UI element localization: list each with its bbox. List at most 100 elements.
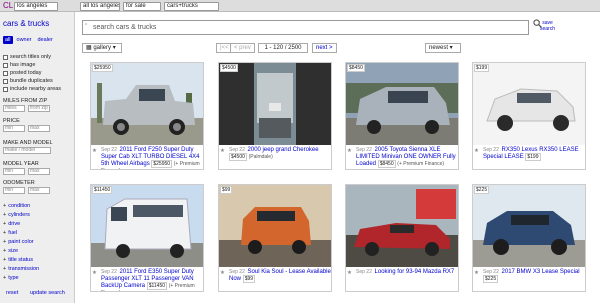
- check-titles-only[interactable]: search titles only: [3, 54, 51, 60]
- year-max-input[interactable]: max: [28, 168, 50, 175]
- price-min-input[interactable]: min: [3, 125, 25, 132]
- prev-page-button[interactable]: < prev: [230, 43, 255, 53]
- search-placeholder: search cars & trucks: [93, 24, 157, 31]
- miles-label: MILES FROM ZIP: [3, 98, 48, 104]
- listing-card[interactable]: $225 ★ Sep 22 2017 BMW X3 Lease Special …: [472, 184, 586, 292]
- filter-transmission[interactable]: + transmission: [3, 266, 39, 272]
- favorite-star-icon[interactable]: ★: [474, 148, 479, 154]
- favorite-star-icon[interactable]: ★: [347, 148, 352, 154]
- view-label: gallery: [93, 45, 112, 51]
- check-nearby-areas[interactable]: include nearby areas: [3, 86, 61, 92]
- listing-card[interactable]: $4500 ★ Sep 22 2000 jeep grand Cherokee …: [218, 62, 332, 170]
- expand-icon: +: [3, 239, 7, 245]
- listing-card[interactable]: ★ Sep 22 Looking for 93-94 Mazda RX7: [345, 184, 459, 292]
- listing-image[interactable]: [91, 185, 203, 267]
- checkbox[interactable]: [3, 54, 8, 60]
- miles-input[interactable]: miles: [3, 105, 25, 112]
- listing-image[interactable]: [346, 63, 458, 145]
- filter-label: condition: [8, 203, 31, 209]
- checkbox[interactable]: [3, 62, 8, 68]
- listing-image[interactable]: [219, 185, 331, 267]
- year-min-input[interactable]: min: [3, 168, 25, 175]
- listing-title[interactable]: Sep 22 Soul Kia Soul - Lease Available N…: [229, 269, 331, 283]
- save-search-button[interactable]: save search: [540, 20, 555, 32]
- area-select[interactable]: all los angeles: [80, 1, 120, 11]
- listing-card[interactable]: $199 ★ Sep 22 RX350 Lexus RX350 LEASE Sp…: [472, 62, 586, 170]
- favorite-star-icon[interactable]: ★: [220, 270, 225, 276]
- title-text[interactable]: 2000 jeep grand Cherokee: [248, 147, 319, 153]
- filter-label: drive: [8, 221, 21, 227]
- checkbox-label: search titles only: [10, 54, 51, 60]
- next-page-button[interactable]: next >: [312, 43, 337, 53]
- chevron-down-icon: ▾: [448, 45, 453, 51]
- listing-title[interactable]: Sep 22 2000 jeep grand Cherokee $4500 (P…: [229, 147, 331, 161]
- listing-title[interactable]: Sep 22 2017 BMW X3 Lease Special $225: [483, 269, 585, 283]
- filter-drive[interactable]: + drive: [3, 221, 20, 227]
- listing-card[interactable]: $99 ★ Sep 22 Soul Kia Soul - Lease Avail…: [218, 184, 332, 292]
- section-select[interactable]: for sale: [123, 1, 161, 11]
- search-input[interactable]: “ search cars & trucks: [82, 20, 529, 35]
- listing-card[interactable]: $8450 ★ Sep 22 2005 Toyota Sienna XLE LI…: [345, 62, 459, 170]
- checkbox[interactable]: [3, 78, 8, 84]
- quote-icon: “: [85, 23, 88, 30]
- filter-sidebar: cars & trucks all owner dealer search ti…: [0, 12, 75, 303]
- filter-cylinders[interactable]: + cylinders: [3, 212, 30, 218]
- update-search-button[interactable]: update search: [30, 290, 65, 296]
- check-bundle-duplicates[interactable]: bundle duplicates: [3, 78, 53, 84]
- sort-select[interactable]: newest ▾: [425, 43, 461, 53]
- checkbox-label: has image: [10, 62, 36, 68]
- favorite-star-icon[interactable]: ★: [347, 270, 352, 276]
- listing-image[interactable]: [91, 63, 203, 145]
- category-title[interactable]: cars & trucks: [3, 19, 49, 28]
- category-select[interactable]: cars+trucks: [164, 1, 219, 11]
- favorite-star-icon[interactable]: ★: [474, 270, 479, 276]
- filter-type[interactable]: + type: [3, 275, 19, 281]
- odometer-min-input[interactable]: min: [3, 187, 25, 194]
- listing-title[interactable]: Sep 22 2005 Toyota Sienna XLE LIMITED Mi…: [356, 147, 458, 168]
- expand-icon: +: [3, 203, 7, 209]
- listing-card[interactable]: $25950 ★ Sep 22 2011 Ford F250 Super Dut…: [90, 62, 204, 170]
- reset-button[interactable]: reset: [6, 290, 18, 296]
- price-max-input[interactable]: max: [28, 125, 50, 132]
- checkbox[interactable]: [3, 86, 8, 92]
- listing-title[interactable]: Sep 22 2011 Ford E350 Super Duty Passeng…: [101, 269, 203, 291]
- expand-icon: +: [3, 212, 7, 218]
- favorite-star-icon[interactable]: ★: [92, 148, 97, 154]
- listing-title[interactable]: Sep 22 RX350 Lexus RX350 LEASE Special L…: [483, 147, 585, 161]
- craigslist-logo[interactable]: CL: [3, 1, 13, 10]
- listing-image[interactable]: [346, 185, 458, 267]
- filter-condition[interactable]: + condition: [3, 203, 30, 209]
- listing-image[interactable]: [473, 185, 585, 267]
- listing-card[interactable]: $11450 ★ Sep 22 2011 Ford E350 Super Dut…: [90, 184, 204, 292]
- filter-paint-color[interactable]: + paint color: [3, 239, 34, 245]
- price-tag: $4500: [229, 153, 247, 161]
- tab-all[interactable]: all: [3, 36, 13, 44]
- checkbox-label: include nearby areas: [10, 86, 62, 92]
- listing-title[interactable]: Sep 22 2011 Ford F250 Super Duty Super C…: [101, 147, 203, 169]
- filter-fuel[interactable]: + fuel: [3, 230, 17, 236]
- favorite-star-icon[interactable]: ★: [92, 270, 97, 276]
- owner-tabs: all owner dealer: [3, 36, 55, 44]
- post-date: Sep 22: [101, 269, 117, 275]
- title-text[interactable]: Looking for 93-94 Mazda RX7: [375, 269, 455, 275]
- view-select[interactable]: ▦ gallery ▾: [82, 43, 122, 53]
- filter-title-status[interactable]: + title status: [3, 257, 33, 263]
- expand-icon: +: [3, 230, 7, 236]
- location-select[interactable]: los angeles: [14, 1, 58, 11]
- price-badge: $8450: [347, 64, 365, 72]
- listing-image[interactable]: [473, 63, 585, 145]
- make-model-input[interactable]: make / model: [3, 147, 51, 154]
- listing-title[interactable]: Sep 22 Looking for 93-94 Mazda RX7: [356, 269, 458, 276]
- listing-image[interactable]: [219, 63, 331, 145]
- tab-dealer[interactable]: dealer: [36, 36, 55, 44]
- checkbox[interactable]: [3, 70, 8, 76]
- check-posted-today[interactable]: posted today: [3, 70, 42, 76]
- filter-size[interactable]: + size: [3, 248, 18, 254]
- favorite-star-icon[interactable]: ★: [220, 148, 225, 154]
- filter-label: type: [8, 275, 19, 281]
- tab-owner[interactable]: owner: [15, 36, 34, 44]
- title-text[interactable]: 2017 BMW X3 Lease Special: [502, 269, 580, 275]
- check-has-image[interactable]: has image: [3, 62, 35, 68]
- odometer-max-input[interactable]: max: [28, 187, 50, 194]
- zip-input[interactable]: from zip: [28, 105, 50, 112]
